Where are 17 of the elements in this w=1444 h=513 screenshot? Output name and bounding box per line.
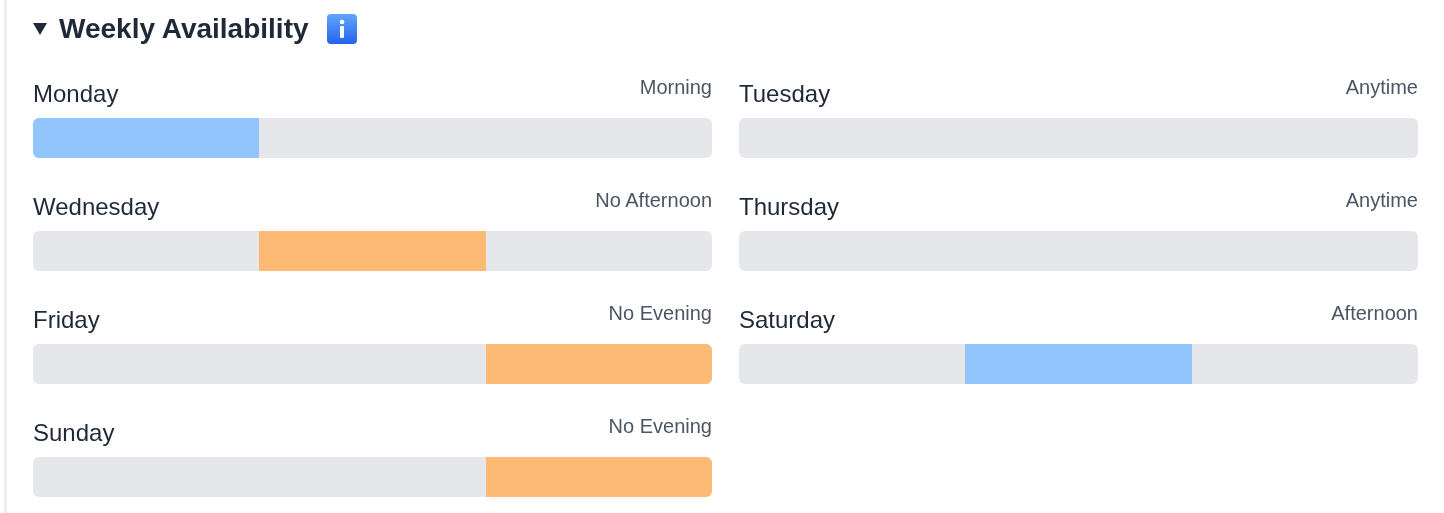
day-name: Tuesday bbox=[739, 80, 831, 108]
day-name: Thursday bbox=[739, 193, 840, 221]
day-name: Sunday bbox=[33, 419, 115, 447]
collapse-caret-icon[interactable] bbox=[33, 23, 47, 35]
day-name: Friday bbox=[33, 306, 100, 334]
availability-status: Morning bbox=[639, 76, 712, 99]
availability-status: Anytime bbox=[1345, 189, 1418, 212]
availability-status: Afternoon bbox=[1331, 302, 1418, 325]
section-title: Weekly Availability bbox=[59, 13, 309, 45]
availability-status: No Evening bbox=[608, 415, 712, 438]
day-name: Saturday bbox=[739, 306, 836, 334]
availability-status: Anytime bbox=[1345, 76, 1418, 99]
day-name: Wednesday bbox=[33, 193, 160, 221]
day-name: Monday bbox=[33, 80, 119, 108]
availability-status: No Evening bbox=[608, 302, 712, 325]
availability-status: No Afternoon bbox=[595, 189, 712, 212]
info-icon[interactable] bbox=[326, 14, 357, 44]
